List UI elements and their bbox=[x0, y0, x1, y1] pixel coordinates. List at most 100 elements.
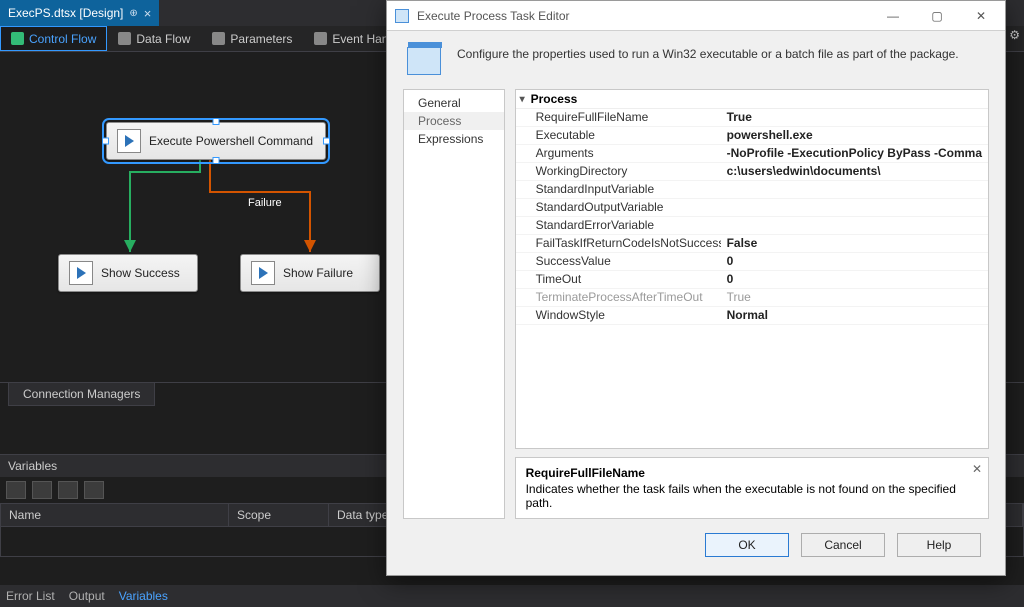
tab-parameters[interactable]: Parameters bbox=[201, 26, 303, 51]
maximize-button[interactable]: ▢ bbox=[915, 2, 959, 30]
prop-label: Arguments bbox=[516, 145, 721, 162]
task-type-icon bbox=[407, 47, 441, 75]
help-button[interactable]: Help bbox=[897, 533, 981, 557]
prop-label: FailTaskIfReturnCodeIsNotSuccessValue bbox=[516, 235, 721, 252]
property-category[interactable]: ▾ Process bbox=[516, 90, 988, 109]
close-icon[interactable]: × bbox=[144, 6, 152, 21]
tab-variables[interactable]: Variables bbox=[119, 589, 168, 603]
prop-value[interactable]: False bbox=[721, 235, 988, 252]
prop-label: Executable bbox=[516, 127, 721, 144]
chevron-down-icon[interactable]: ▾ bbox=[520, 94, 525, 105]
close-icon[interactable]: ✕ bbox=[972, 462, 982, 476]
data-flow-icon bbox=[118, 32, 131, 45]
tab-label: Parameters bbox=[230, 32, 292, 46]
tab-error-list[interactable]: Error List bbox=[6, 589, 55, 603]
prop-label: WorkingDirectory bbox=[516, 163, 721, 180]
pin-icon[interactable]: ⊕ bbox=[129, 8, 137, 19]
nav-expressions[interactable]: Expressions bbox=[404, 130, 504, 148]
prop-row-working-directory[interactable]: WorkingDirectory c:\users\edwin\document… bbox=[516, 163, 988, 181]
dialog-buttons: OK Cancel Help bbox=[387, 519, 1005, 575]
prop-row-fail-if-return-code[interactable]: FailTaskIfReturnCodeIsNotSuccessValue Fa… bbox=[516, 235, 988, 253]
prop-row-stdin-variable[interactable]: StandardInputVariable bbox=[516, 181, 988, 199]
tab-label: Control Flow bbox=[29, 32, 96, 46]
task-show-success[interactable]: Show Success bbox=[58, 254, 198, 292]
description-text: Indicates whether the task fails when th… bbox=[526, 482, 978, 510]
connection-managers-tab[interactable]: Connection Managers bbox=[8, 382, 155, 406]
task-show-failure[interactable]: Show Failure bbox=[240, 254, 380, 292]
task-icon bbox=[251, 261, 275, 285]
task-label: Show Failure bbox=[283, 266, 353, 280]
prop-label: WindowStyle bbox=[516, 307, 721, 324]
window-icon bbox=[395, 9, 409, 23]
move-variable-button[interactable] bbox=[58, 481, 78, 499]
prop-row-stderr-variable[interactable]: StandardErrorVariable bbox=[516, 217, 988, 235]
tab-control-flow[interactable]: Control Flow bbox=[0, 26, 107, 51]
prop-row-executable[interactable]: Executable powershell.exe bbox=[516, 127, 988, 145]
prop-label: StandardInputVariable bbox=[516, 181, 721, 198]
col-scope[interactable]: Scope bbox=[229, 504, 329, 526]
prop-label: RequireFullFileName bbox=[516, 109, 721, 126]
add-variable-button[interactable] bbox=[6, 481, 26, 499]
prop-row-arguments[interactable]: Arguments -NoProfile -ExecutionPolicy By… bbox=[516, 145, 988, 163]
prop-label: StandardErrorVariable bbox=[516, 217, 721, 234]
tab-output[interactable]: Output bbox=[69, 589, 105, 603]
resize-handle[interactable] bbox=[323, 138, 330, 145]
document-tab[interactable]: ExecPS.dtsx [Design] ⊕ × bbox=[0, 0, 159, 26]
category-label: Process bbox=[531, 92, 578, 106]
task-label: Show Success bbox=[101, 266, 180, 280]
prop-row-timeout[interactable]: TimeOut 0 bbox=[516, 271, 988, 289]
prop-value[interactable]: 0 bbox=[721, 253, 988, 270]
close-button[interactable]: ✕ bbox=[959, 2, 1003, 30]
task-icon bbox=[69, 261, 93, 285]
prop-value[interactable] bbox=[721, 217, 988, 234]
col-name[interactable]: Name bbox=[1, 504, 229, 526]
prop-value[interactable]: True bbox=[721, 109, 988, 126]
prop-row-window-style[interactable]: WindowStyle Normal bbox=[516, 307, 988, 325]
ok-button[interactable]: OK bbox=[705, 533, 789, 557]
description-title: RequireFullFileName bbox=[526, 466, 978, 480]
prop-label: TimeOut bbox=[516, 271, 721, 288]
prop-row-terminate-after-timeout: TerminateProcessAfterTimeOut True bbox=[516, 289, 988, 307]
prop-label: StandardOutputVariable bbox=[516, 199, 721, 216]
document-tab-title: ExecPS.dtsx [Design] bbox=[8, 6, 123, 20]
prop-value[interactable] bbox=[721, 181, 988, 198]
execute-process-task-editor-dialog: Execute Process Task Editor — ▢ ✕ Config… bbox=[386, 0, 1006, 576]
dialog-title: Execute Process Task Editor bbox=[417, 9, 871, 23]
resize-handle[interactable] bbox=[213, 157, 220, 164]
prop-row-require-full-file-name[interactable]: RequireFullFileName True bbox=[516, 109, 988, 127]
prop-value[interactable]: 0 bbox=[721, 271, 988, 288]
prop-row-stdout-variable[interactable]: StandardOutputVariable bbox=[516, 199, 988, 217]
nav-process[interactable]: Process bbox=[404, 112, 504, 130]
cancel-button[interactable]: Cancel bbox=[801, 533, 885, 557]
prop-row-success-value[interactable]: SuccessValue 0 bbox=[516, 253, 988, 271]
task-icon bbox=[117, 129, 141, 153]
property-grid[interactable]: ▾ Process RequireFullFileName True Execu… bbox=[515, 89, 989, 449]
control-flow-icon bbox=[11, 32, 24, 45]
flow-label-failure: Failure bbox=[248, 197, 282, 209]
prop-value[interactable] bbox=[721, 199, 988, 216]
minimize-button[interactable]: — bbox=[871, 2, 915, 30]
nav-general[interactable]: General bbox=[404, 94, 504, 112]
resize-handle[interactable] bbox=[102, 138, 109, 145]
delete-variable-button[interactable] bbox=[32, 481, 52, 499]
tab-data-flow[interactable]: Data Flow bbox=[107, 26, 201, 51]
dialog-header: Configure the properties used to run a W… bbox=[387, 31, 1005, 89]
prop-value[interactable]: powershell.exe bbox=[721, 127, 988, 144]
event-handlers-icon bbox=[314, 32, 327, 45]
prop-value[interactable]: Normal bbox=[721, 307, 988, 324]
prop-value[interactable]: -NoProfile -ExecutionPolicy ByPass -Comm… bbox=[721, 145, 988, 162]
prop-value[interactable]: c:\users\edwin\documents\ bbox=[721, 163, 988, 180]
gear-icon[interactable]: ⚙ bbox=[1009, 28, 1020, 42]
dialog-nav: General Process Expressions bbox=[403, 89, 505, 519]
task-execute-powershell[interactable]: Execute Powershell Command bbox=[106, 122, 326, 160]
prop-label: TerminateProcessAfterTimeOut bbox=[516, 289, 721, 306]
bottom-tool-tabs: Error List Output Variables bbox=[0, 585, 1024, 607]
resize-handle[interactable] bbox=[213, 118, 220, 125]
task-label: Execute Powershell Command bbox=[149, 134, 313, 148]
parameters-icon bbox=[212, 32, 225, 45]
prop-label: SuccessValue bbox=[516, 253, 721, 270]
tab-label: Data Flow bbox=[136, 32, 190, 46]
dialog-titlebar[interactable]: Execute Process Task Editor — ▢ ✕ bbox=[387, 1, 1005, 31]
grid-options-button[interactable] bbox=[84, 481, 104, 499]
prop-value: True bbox=[721, 289, 988, 306]
